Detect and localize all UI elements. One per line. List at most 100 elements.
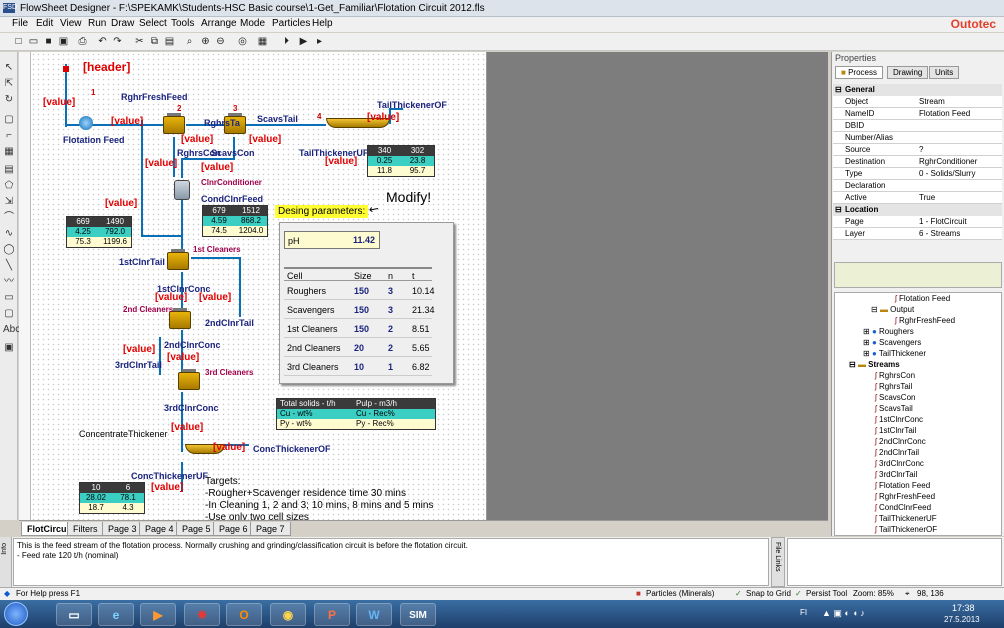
print-icon[interactable]: ⎙ xyxy=(76,35,89,48)
tab-drawing[interactable]: Drawing xyxy=(887,66,929,79)
cell-row[interactable]: Roughers 150 3 10.14 xyxy=(284,281,435,300)
flowsheet-canvas[interactable]: [header] 1 2 3 4 RghrFreshFeed Flotation… xyxy=(31,52,828,520)
file-links-area[interactable] xyxy=(787,538,1002,586)
language-indicator[interactable]: FI xyxy=(800,608,807,617)
save-all-icon[interactable]: ▣ xyxy=(57,35,70,48)
value-placeholder[interactable]: [value] xyxy=(43,97,75,108)
property-value[interactable]: ? xyxy=(919,145,923,154)
property-row[interactable]: Layer 6 - Streams xyxy=(833,228,1002,240)
tree-item-stream[interactable]: ʃ Flotation Feed xyxy=(875,481,930,490)
conc-thickener-results-table[interactable]: 10 6 28.02 78.1 18.7 4.3 xyxy=(79,482,145,514)
stream-label-3rd-clnr-tail[interactable]: 3rdClnrTail xyxy=(115,360,162,370)
stream-line[interactable] xyxy=(181,432,183,452)
shape-icon[interactable]: ▤ xyxy=(3,164,15,176)
info-side-tab[interactable]: Info xyxy=(0,537,12,587)
value-placeholder[interactable]: [value] xyxy=(151,482,183,493)
value-placeholder[interactable]: [value] xyxy=(145,158,177,169)
tree-item-stream[interactable]: ʃ 3rdClnrConc xyxy=(875,459,924,468)
label-clnr-conditioner[interactable]: ClnrConditioner xyxy=(201,178,262,187)
tree-item[interactable]: ⊞ ● TailThickener xyxy=(863,349,926,358)
tab-page-7[interactable]: Page 7 xyxy=(250,522,291,536)
redo-icon[interactable]: ↷ xyxy=(111,35,124,48)
stream-label-tail-thickener-of[interactable]: TailThickenerOF xyxy=(377,100,447,110)
group-location[interactable]: ⊟ Location xyxy=(833,204,1002,216)
clock-time[interactable]: 17:38 xyxy=(952,603,975,613)
stream-line[interactable] xyxy=(246,124,326,126)
tree-item[interactable]: ʃ Flotation Feed xyxy=(895,294,950,303)
value-placeholder[interactable]: [value] xyxy=(199,292,231,303)
powerpoint-taskbar-icon[interactable]: P xyxy=(314,603,350,626)
zoom-in-icon[interactable]: ⊕ xyxy=(199,35,212,48)
property-row[interactable]: Declaration xyxy=(833,180,1002,192)
stream-label-2nd-clnr-tail[interactable]: 2ndClnrTail xyxy=(205,318,254,328)
tree-item[interactable]: ⊟ ▬ Output xyxy=(871,305,914,314)
value-placeholder[interactable]: [value] xyxy=(111,116,143,127)
ellipse-icon[interactable]: ◯ xyxy=(3,244,15,256)
status-zoom[interactable]: Zoom: 85% xyxy=(853,589,894,598)
value-placeholder[interactable]: [value] xyxy=(171,422,203,433)
menu-view[interactable]: View xyxy=(60,18,82,29)
property-value[interactable]: 0 - Solids/Slurry xyxy=(919,169,975,178)
tree-item-stream[interactable]: ʃ RghrFreshFeed xyxy=(875,492,935,501)
menu-select[interactable]: Select xyxy=(139,18,167,29)
play-icon[interactable]: ▸ xyxy=(313,35,326,48)
zoom-out-icon[interactable]: ⊖ xyxy=(214,35,227,48)
object-tree[interactable]: ʃ Flotation Feed ⊟ ▬ Output ʃ RghrFreshF… xyxy=(834,292,1002,536)
new-icon[interactable]: □ xyxy=(12,35,25,48)
polygon-icon[interactable]: ⬠ xyxy=(3,180,15,192)
menu-tools[interactable]: Tools xyxy=(171,18,194,29)
stream-label-scavs-tail[interactable]: ScavsTail xyxy=(257,114,298,124)
paste-icon[interactable]: ▤ xyxy=(163,35,176,48)
cleaner-tail-results-table[interactable]: 669 1490 4.25 792.0 75.3 1199.6 xyxy=(66,216,132,248)
rectangle-icon[interactable]: ▭ xyxy=(3,292,15,304)
stream-label-3rd-clnr-conc[interactable]: 3rdClnrConc xyxy=(164,403,219,413)
stream-label-rghrs-ta[interactable]: RghrsTa xyxy=(204,118,240,128)
tree-item-stream[interactable]: ʃ 1stClnrTail xyxy=(875,426,916,435)
group-general[interactable]: ⊟ General xyxy=(833,84,1002,96)
stream-label-flotation-feed[interactable]: Flotation Feed xyxy=(63,135,125,145)
move-icon[interactable]: ⇲ xyxy=(3,196,15,208)
pointer-icon[interactable]: ⇱ xyxy=(3,78,15,90)
menu-run[interactable]: Run xyxy=(88,18,106,29)
property-value[interactable]: 6 - Streams xyxy=(919,229,960,238)
value-placeholder[interactable]: [value] xyxy=(213,442,245,453)
tree-item-stream[interactable]: ʃ TailThickenerOF xyxy=(875,525,937,534)
stream-line[interactable] xyxy=(239,257,241,317)
tree-item-stream[interactable]: ʃ 1stClnrConc xyxy=(875,415,923,424)
run-step-icon[interactable]: ⏵ xyxy=(280,35,293,48)
sim-taskbar-icon[interactable]: SIM xyxy=(400,603,436,626)
value-placeholder[interactable]: [value] xyxy=(167,352,199,363)
stream-label-cond-clnr-feed[interactable]: CondClnrFeed xyxy=(201,194,263,204)
tree-item-stream[interactable]: ʃ CondClnrFeed xyxy=(875,503,931,512)
stream-line[interactable] xyxy=(141,120,143,235)
value-placeholder[interactable]: [value] xyxy=(155,292,187,303)
header-placeholder[interactable]: [header] xyxy=(83,60,130,74)
collapse-icon[interactable]: ⊟ xyxy=(835,85,842,94)
start-button[interactable] xyxy=(4,602,28,626)
target-icon[interactable]: ◎ xyxy=(236,35,249,48)
menu-arrange[interactable]: Arrange xyxy=(201,18,237,29)
property-value[interactable]: True xyxy=(919,193,935,202)
info-text-area[interactable]: This is the feed stream of the flotation… xyxy=(13,538,769,586)
tree-item-stream[interactable]: ʃ 3rdClnrTail xyxy=(875,470,917,479)
tree-item-stream[interactable]: ʃ TailThickenerUF xyxy=(875,514,937,523)
cut-icon[interactable]: ✂ xyxy=(133,35,146,48)
grid-icon[interactable]: ▦ xyxy=(3,146,15,158)
label-3rd-cleaners[interactable]: 3rd Cleaners xyxy=(205,368,253,377)
property-value[interactable]: 1 - FlotCircuit xyxy=(919,217,967,226)
value-placeholder[interactable]: [value] xyxy=(201,162,233,173)
undo-icon[interactable]: ↶ xyxy=(96,35,109,48)
label-1st-cleaners[interactable]: 1st Cleaners xyxy=(193,245,241,254)
rougher-cell[interactable] xyxy=(163,113,185,134)
stream-icon[interactable]: ⌐ xyxy=(3,130,15,142)
stream-label-conc-thickener-uf[interactable]: ConcThickenerUF xyxy=(131,471,208,481)
tab-page-4[interactable]: Page 4 xyxy=(139,522,180,536)
cond-clnr-feed-results-table[interactable]: 679 1512 4.59 868.2 74.5 1204.0 xyxy=(202,205,268,237)
stream-label-1st-clnr-tail[interactable]: 1stClnrTail xyxy=(119,257,165,267)
stream-line[interactable] xyxy=(173,137,175,177)
tab-page-3[interactable]: Page 3 xyxy=(102,522,143,536)
menu-mode[interactable]: Mode xyxy=(240,18,265,29)
tree-item-stream[interactable]: ʃ 2ndClnrConc xyxy=(875,437,926,446)
value-placeholder[interactable]: [value] xyxy=(181,134,213,145)
run-icon[interactable]: ▶ xyxy=(297,35,310,48)
